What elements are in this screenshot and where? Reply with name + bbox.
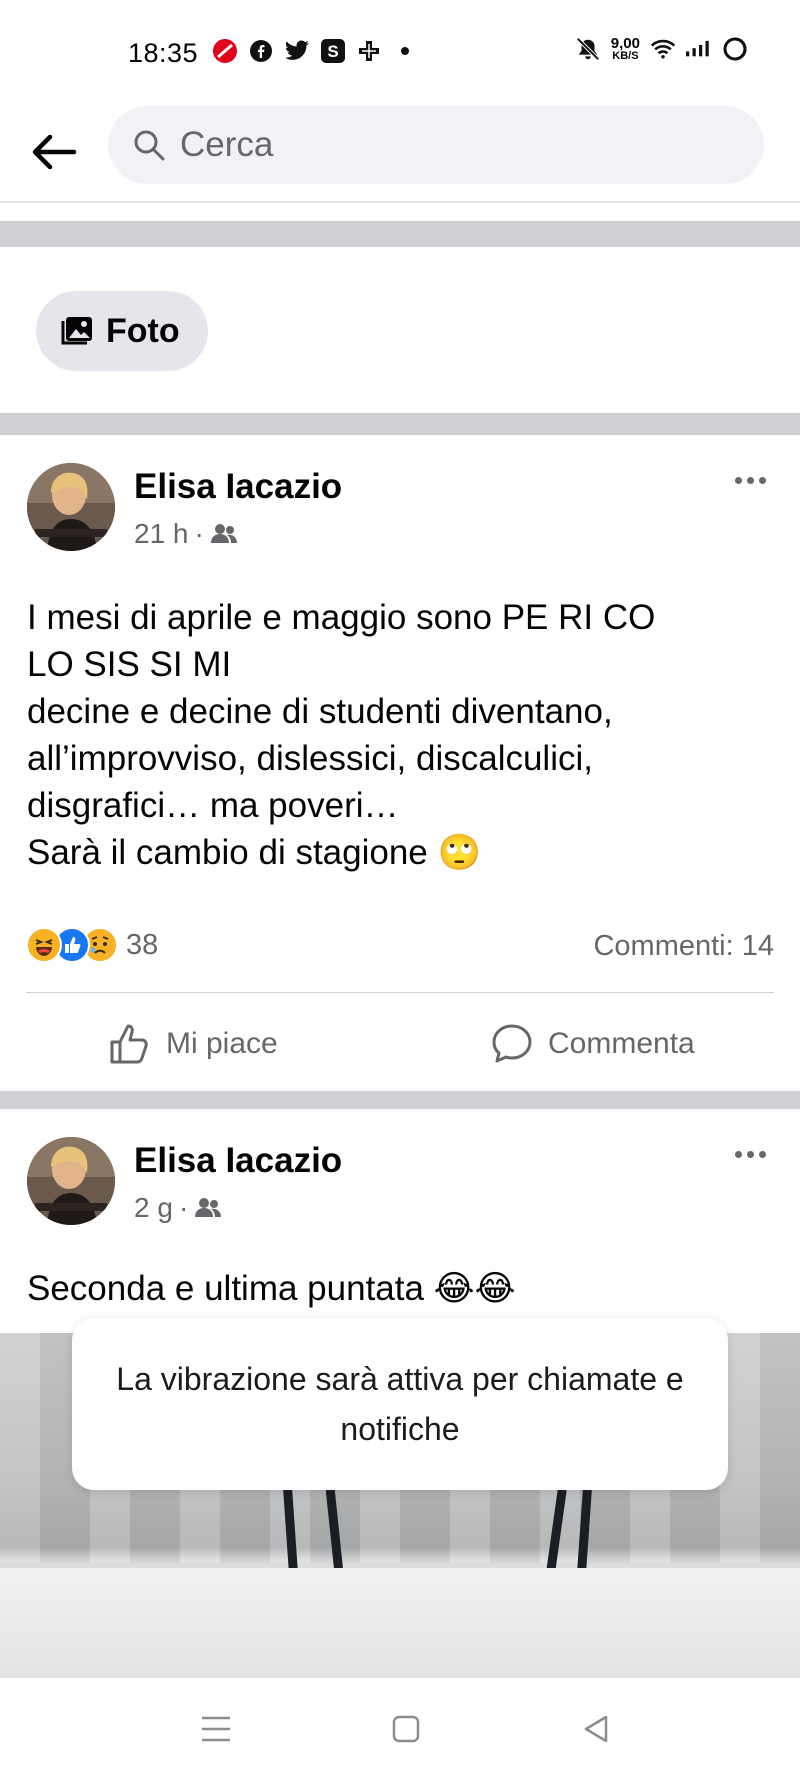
post-card: Elisa Iacazio 21 h · I mesi di aprile e … <box>0 435 800 1091</box>
reaction-count: 38 <box>126 928 159 961</box>
post-text-line: LO SIS SI MI <box>27 645 232 684</box>
status-bar: 18:35 S 9,00 KB/S <box>0 0 800 106</box>
back-arrow-icon <box>32 134 77 170</box>
square-icon <box>392 1715 420 1743</box>
twitter-icon <box>284 38 310 64</box>
post-meta: 21 h · <box>134 518 238 550</box>
photo-icon <box>61 317 92 345</box>
section-divider <box>0 1091 800 1109</box>
post-text-line: Seconda e ultima puntata 😂😂 <box>27 1269 516 1308</box>
avatar[interactable] <box>27 463 115 551</box>
post-text: Seconda e ultima puntata 😂😂 <box>27 1265 779 1312</box>
post-card: Elisa Iacazio 2 g · Seconda e ultima pun… <box>0 1109 800 1333</box>
wifi-icon <box>650 36 676 62</box>
friends-icon <box>195 1198 222 1217</box>
network-speed-unit: KB/S <box>612 50 639 62</box>
filter-chip-foto[interactable]: Foto <box>36 291 208 371</box>
menu-lines-icon <box>202 1716 230 1742</box>
post-text-line: I mesi di aprile e maggio sono PE RI CO <box>27 598 656 637</box>
network-speed: 9,00 KB/S <box>611 36 640 62</box>
post-text-line: Sarà il cambio di stagione 🙄 <box>27 833 482 872</box>
battery-icon <box>722 36 748 62</box>
dot-icon <box>734 1150 742 1158</box>
search-placeholder: Cerca <box>180 125 274 164</box>
s-app-icon: S <box>320 38 346 64</box>
filter-chip-label: Foto <box>106 311 180 350</box>
like-button-label: Mi piace <box>166 1027 278 1060</box>
unicredit-icon <box>212 38 238 64</box>
back-button[interactable] <box>26 124 82 180</box>
post-time[interactable]: 21 h <box>134 518 189 550</box>
network-speed-value: 9,00 <box>610 35 640 52</box>
dot-icon <box>758 476 766 484</box>
search-icon <box>134 130 165 161</box>
dot-icon <box>392 38 418 64</box>
meta-separator: · <box>178 1192 189 1223</box>
post-text-line: disgrafici… ma poveri… <box>27 786 399 825</box>
dot-icon <box>746 476 754 484</box>
actions-divider <box>26 992 774 993</box>
thumbs-up-icon <box>110 1024 148 1064</box>
search-header: Cerca <box>0 106 800 202</box>
svg-text:S: S <box>327 42 338 61</box>
post-time[interactable]: 2 g <box>134 1192 173 1224</box>
dot-icon <box>734 476 742 484</box>
system-toast: La vibrazione sarà attiva per chiamate e… <box>72 1318 728 1490</box>
avatar[interactable] <box>27 1137 115 1225</box>
photo-bag <box>0 1568 800 1678</box>
notification-icons: S <box>212 38 418 64</box>
comments-count[interactable]: Commenti: 14 <box>593 930 774 963</box>
dot-icon <box>758 1150 766 1158</box>
recent-apps-button[interactable] <box>196 1709 236 1749</box>
post-text-line: all’improvviso, dislessici, discalculici… <box>27 739 593 778</box>
post-author[interactable]: Elisa Iacazio <box>134 467 342 507</box>
post-options-button[interactable] <box>726 1139 774 1169</box>
mute-bell-icon <box>575 36 601 62</box>
section-divider <box>0 221 800 247</box>
friends-icon <box>210 524 237 543</box>
dot-icon <box>746 1150 754 1158</box>
status-time: 18:35 <box>128 38 199 68</box>
post-options-button[interactable] <box>726 465 774 495</box>
system-icons: 9,00 KB/S <box>575 36 748 62</box>
comment-button-label: Commenta <box>548 1027 695 1060</box>
header-divider <box>0 201 800 203</box>
search-input[interactable]: Cerca <box>108 106 764 184</box>
signal-icon <box>686 36 712 62</box>
haha-icon <box>26 927 62 963</box>
meta-separator: · <box>194 518 204 549</box>
comment-button[interactable]: Commenta <box>490 1022 695 1066</box>
system-nav-bar <box>0 1679 800 1779</box>
reactions-summary[interactable]: 38 <box>26 927 158 963</box>
comment-bubble-icon <box>492 1024 532 1063</box>
post-text-line: decine e decine di studenti diventano, <box>27 692 613 731</box>
back-nav-button[interactable] <box>576 1709 616 1749</box>
post-text: I mesi di aprile e maggio sono PE RI CO … <box>27 594 779 876</box>
section-divider <box>0 413 800 435</box>
home-button[interactable] <box>386 1709 426 1749</box>
post-author[interactable]: Elisa Iacazio <box>134 1141 342 1181</box>
triangle-back-icon <box>584 1715 608 1743</box>
pharmacy-cross-icon <box>356 38 382 64</box>
post-meta: 2 g · <box>134 1192 222 1224</box>
facebook-icon <box>248 38 274 64</box>
like-button[interactable]: Mi piace <box>108 1022 278 1066</box>
toast-message: La vibrazione sarà attiva per chiamate e… <box>116 1361 684 1447</box>
